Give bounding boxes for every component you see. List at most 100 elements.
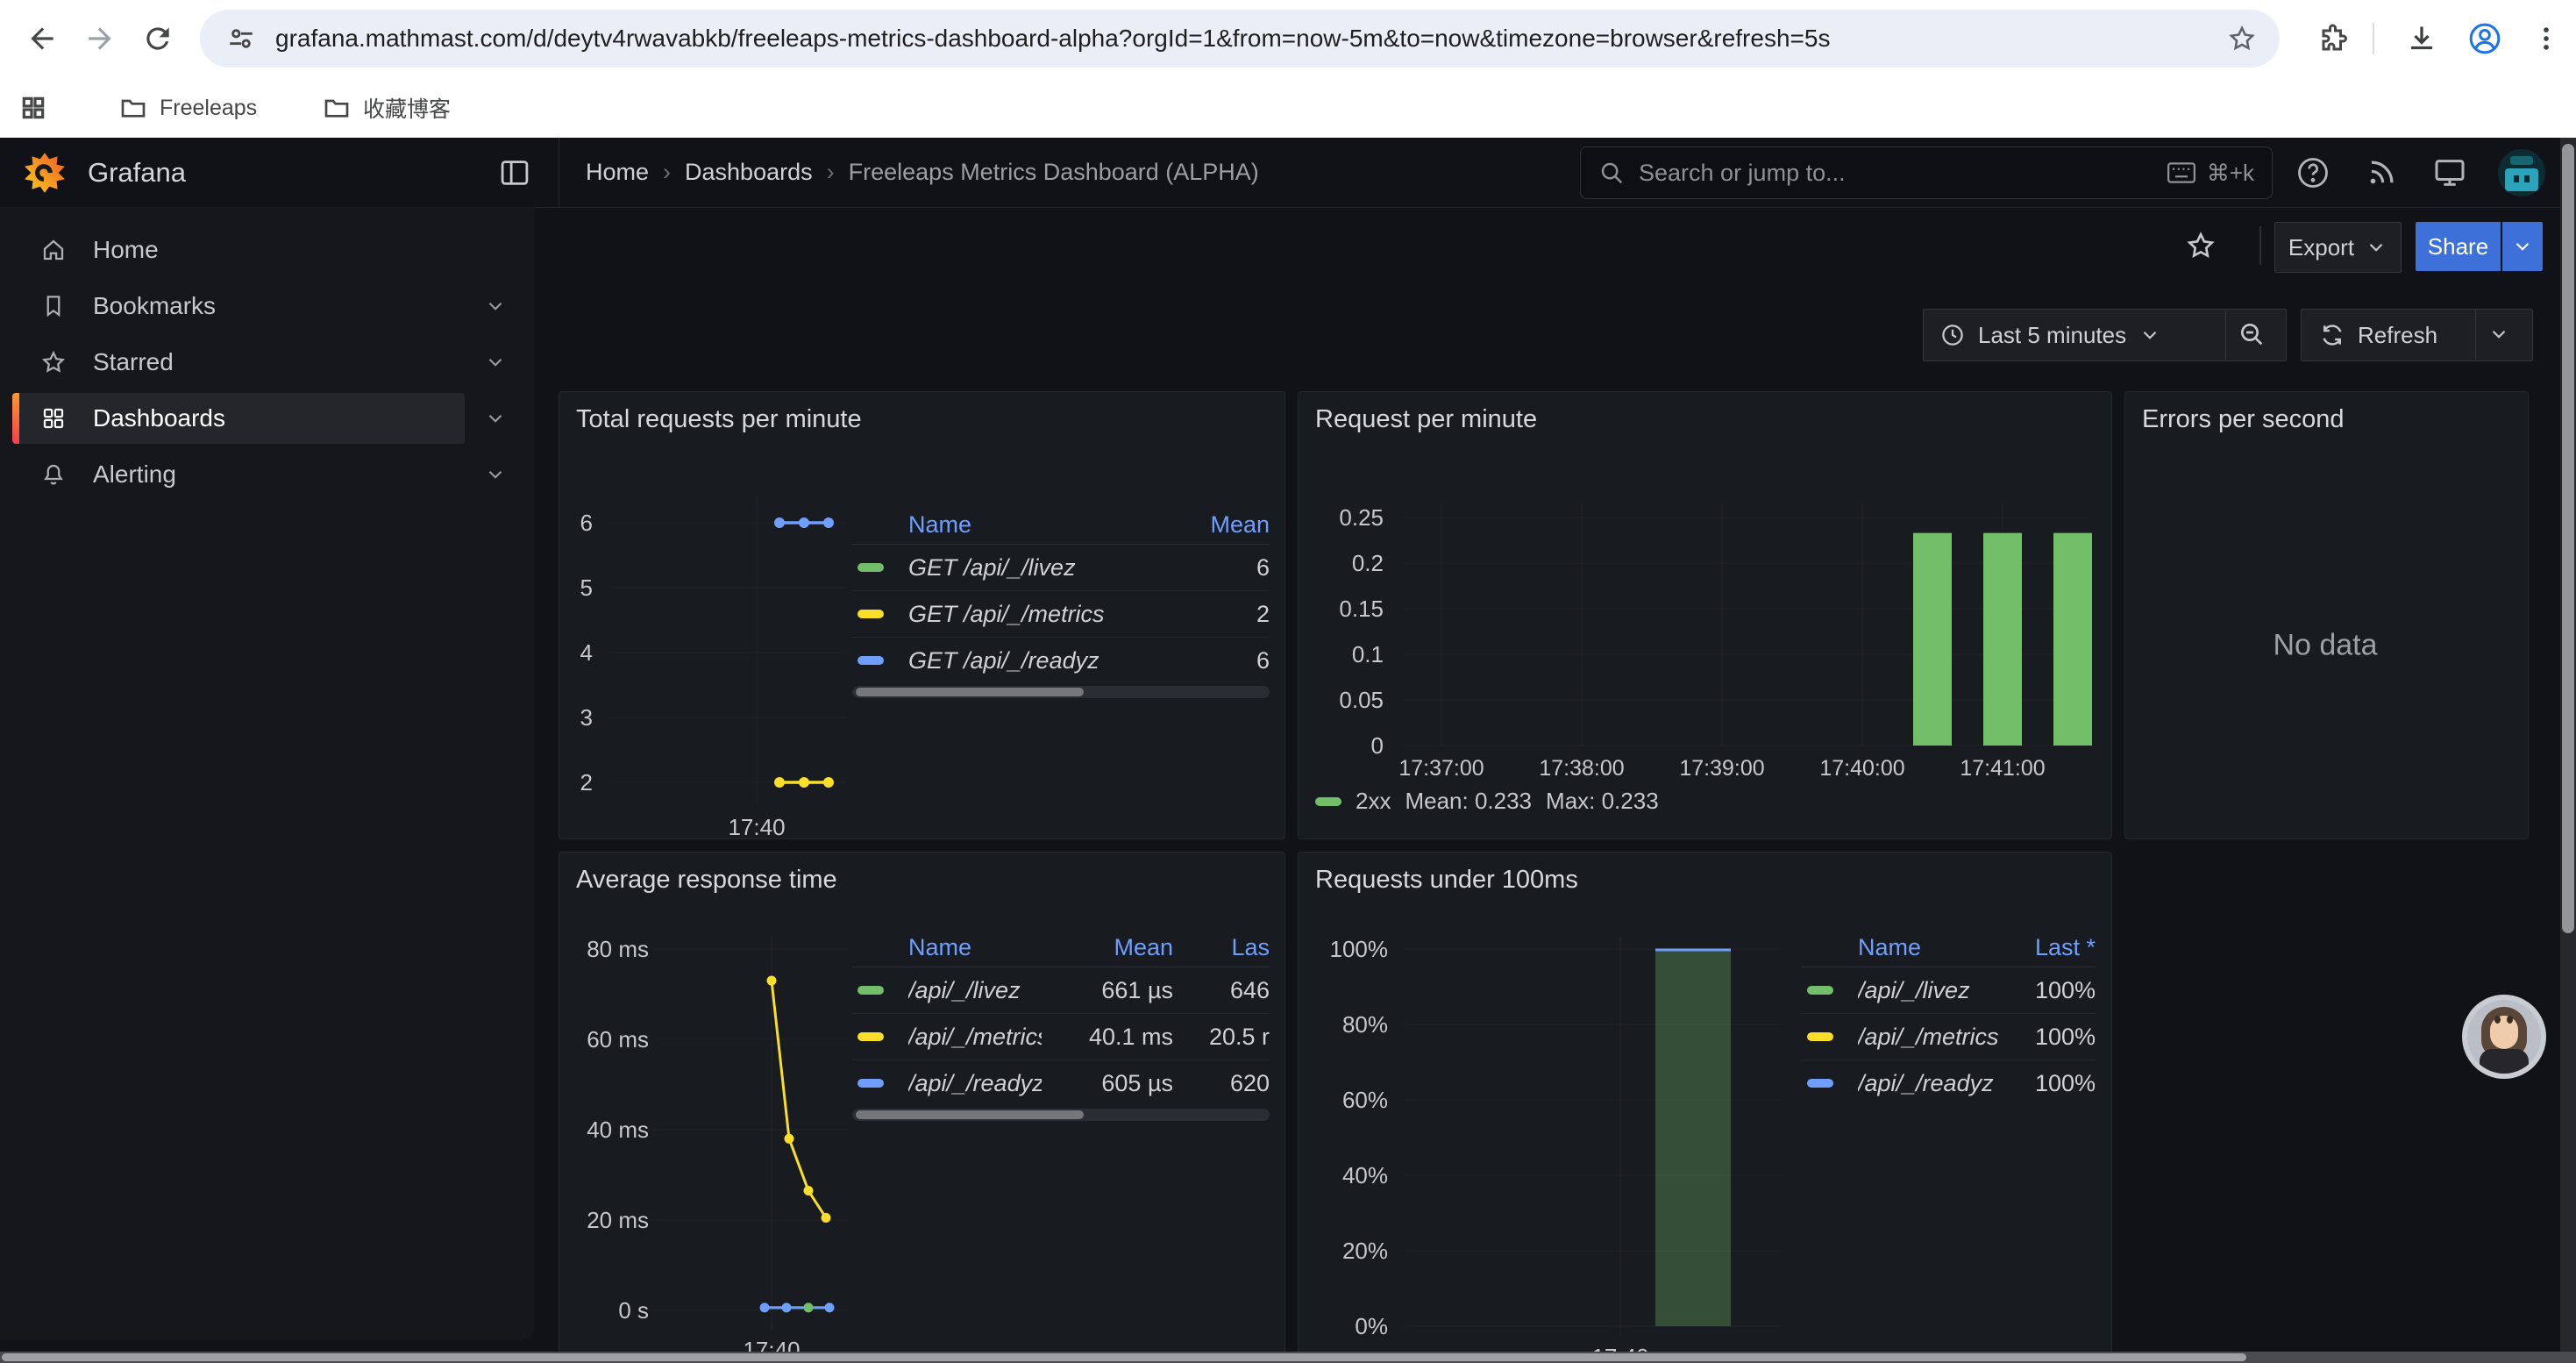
export-button[interactable]: Export [2274,222,2402,273]
x-tick-label: 17:40:00 [1819,756,1904,781]
legend-row[interactable]: /api/_/metrics 40.1 ms 20.5 r [852,1014,1270,1060]
data-point [774,777,785,788]
col-mean[interactable]: Mean [1042,934,1173,961]
col-name[interactable]: Name [908,511,1164,539]
bar [1655,949,1731,1326]
series-chip-green [1315,797,1341,806]
scrollbar-thumb[interactable] [856,688,1084,696]
series-chip-green [1807,986,1833,995]
browser-menu-button[interactable] [2523,16,2569,61]
monitor-icon [2432,155,2467,190]
search-input[interactable]: Search or jump to... ⌘+k [1580,146,2273,199]
group-divider [2475,310,2476,359]
chevron-down-icon[interactable] [484,295,507,318]
legend-table: Name Mean Las /api/_/livez 661 µs 646 /a… [852,928,1270,1106]
panel-title[interactable]: Request per minute [1315,405,1537,434]
legend-scrollbar[interactable] [852,686,1270,698]
search-icon [1598,160,1625,186]
collapse-sidebar-button[interactable] [498,158,531,188]
profile-button[interactable] [2462,16,2508,61]
chevron-down-icon[interactable] [484,407,507,430]
url-bar[interactable]: grafana.mathmast.com/d/deytv4rwavabkb/fr… [200,10,2280,68]
breadcrumb-home[interactable]: Home [586,159,649,186]
col-mean[interactable]: Mean [1164,511,1270,539]
scrollbar-thumb[interactable] [856,1110,1084,1119]
legend-row[interactable]: /api/_/metrics 100% [1802,1014,2096,1060]
legend-row[interactable]: /api/_/livez 661 µs 646 [852,967,1270,1014]
legend-row[interactable]: /api/_/readyz 100% [1802,1060,2096,1106]
chevron-down-icon[interactable] [484,463,507,486]
url-text[interactable]: grafana.mathmast.com/d/deytv4rwavabkb/fr… [275,25,2204,53]
data-point [804,1302,814,1312]
download-icon [2406,23,2437,54]
user-avatar[interactable] [2498,149,2545,196]
panel-title[interactable]: Requests under 100ms [1315,866,1578,895]
news-button[interactable] [2362,153,2401,192]
legend-header: Name Last * [1802,928,2096,967]
breadcrumb-dashboards[interactable]: Dashboards [685,159,813,186]
legend-row[interactable]: GET /api/_/livez 6 [852,545,1270,591]
legend-scrollbar[interactable] [852,1109,1270,1121]
col-name[interactable]: Name [908,934,1042,961]
refresh-interval-button[interactable] [2487,323,2510,346]
reload-button[interactable] [132,12,184,65]
back-button[interactable] [16,12,68,65]
data-point [785,1134,794,1144]
brand-name: Grafana [88,157,186,189]
zoom-out-button[interactable] [2238,320,2266,348]
col-name[interactable]: Name [1858,934,1999,961]
col-last[interactable]: Last * [1999,934,2096,961]
col-last[interactable]: Las [1173,934,1270,961]
panel-errors-per-second[interactable] [2124,391,2529,839]
bar [2053,533,2092,746]
apps-grid-button[interactable] [19,88,47,128]
toolbar-divider [2373,23,2374,54]
downloads-button[interactable] [2399,16,2444,61]
bookmark-folder-freeleaps[interactable]: Freeleaps [119,88,257,128]
favorite-dashboard-button[interactable] [2185,230,2217,261]
extensions-button[interactable] [2311,16,2357,61]
bookmark-label: Freeleaps [160,96,257,121]
legend-row[interactable]: GET /api/_/readyz 6 [852,638,1270,683]
time-range-picker[interactable]: Last 5 minutes [1924,322,2161,349]
bookmarks-bar: Freeleaps 收藏博客 [0,77,2576,138]
search-placeholder: Search or jump to... [1639,160,2167,187]
sidebar-item-dashboards[interactable]: Dashboards [12,393,465,444]
chart-legend[interactable]: 2xx Mean: 0.233 Max: 0.233 [1315,788,1659,815]
share-button[interactable]: Share [2416,222,2501,271]
share-menu-button[interactable] [2502,222,2543,271]
panel-title[interactable]: Errors per second [2142,405,2345,434]
forward-button[interactable] [74,12,126,65]
sidebar-item-alerting[interactable]: Alerting [12,449,465,500]
grafana-logo[interactable] [23,151,67,195]
horizontal-scrollbar-thumb[interactable] [2,1353,2246,1361]
panel-title[interactable]: Total requests per minute [576,405,862,434]
bookmark-folder-blogs[interactable]: 收藏博客 [323,88,451,128]
legend-row[interactable]: /api/_/readyz 605 µs 620 [852,1060,1270,1106]
bar [1983,533,2022,746]
reload-icon [141,22,174,55]
legend-row[interactable]: /api/_/livez 100% [1802,967,2096,1014]
data-point [804,1186,814,1195]
x-axis-label: 17:40 [728,814,785,841]
vertical-scrollbar-thumb[interactable] [2562,144,2574,933]
refresh-button[interactable]: Refresh [2302,322,2437,349]
site-settings-icon[interactable] [226,24,256,54]
controls-divider [2259,226,2261,265]
legend-row[interactable]: GET /api/_/metrics 2 [852,591,1270,638]
star-icon [2185,230,2217,261]
sidebar-item-bookmarks[interactable]: Bookmarks [12,281,465,332]
display-button[interactable] [2430,153,2469,192]
panel-left-icon [498,158,531,188]
panel-title[interactable]: Average response time [576,866,837,895]
star-icon [40,349,67,375]
sidebar-item-home[interactable]: Home [12,225,465,275]
chevron-down-icon[interactable] [484,351,507,374]
assistant-avatar[interactable] [2462,995,2546,1079]
x-tick-label: 17:39:00 [1679,756,1764,781]
help-button[interactable] [2294,153,2332,192]
sidebar-item-starred[interactable]: Starred [12,337,465,388]
x-tick-label: 17:41:00 [1960,756,2045,781]
sidebar-item-label: Starred [93,348,174,376]
bookmark-star-icon[interactable] [2227,24,2257,54]
